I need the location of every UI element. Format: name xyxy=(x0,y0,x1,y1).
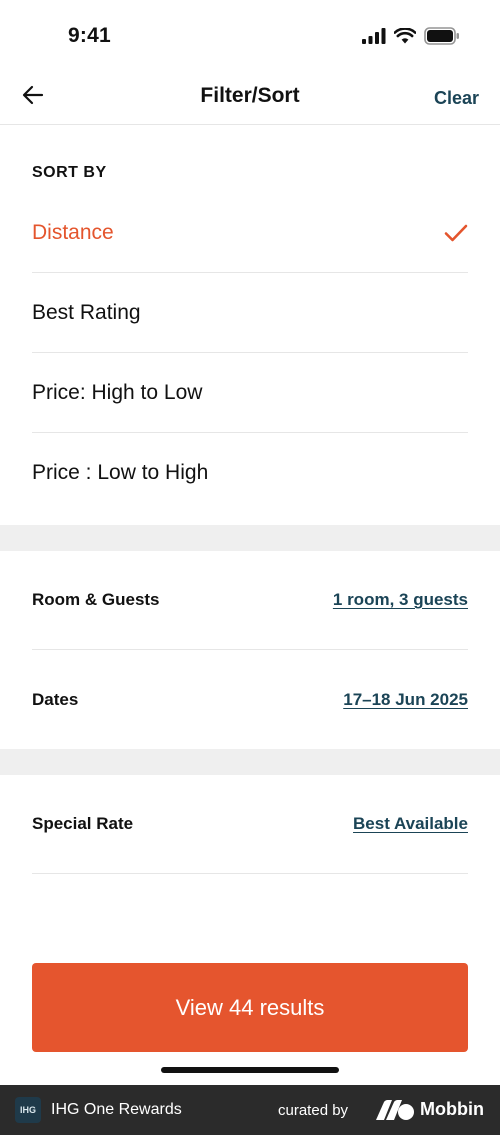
sort-option-label: Best Rating xyxy=(32,300,141,324)
section-divider xyxy=(0,525,500,551)
sort-option-distance[interactable]: Distance xyxy=(32,193,468,273)
mobbin-logo-icon xyxy=(376,1100,414,1120)
dates-row: Dates 17–18 Jun 2025 xyxy=(32,650,468,749)
battery-icon xyxy=(424,27,459,45)
room-guests-row: Room & Guests 1 room, 3 guests xyxy=(32,551,468,650)
clear-button[interactable]: Clear xyxy=(434,88,479,109)
special-rate-row: Special Rate Best Available xyxy=(32,775,468,874)
status-bar: 9:41 xyxy=(0,0,500,72)
curated-by-label: curated by xyxy=(278,1102,349,1119)
sort-option-label: Price: High to Low xyxy=(32,380,203,404)
sort-option-label: Price : Low to High xyxy=(32,461,209,484)
sort-options-list: Distance Best Rating Price: High to Low … xyxy=(32,193,468,513)
checkmark-icon xyxy=(444,221,468,245)
sort-by-header: SORT BY xyxy=(32,164,107,181)
cellular-signal-icon xyxy=(362,28,386,44)
special-rate-label: Special Rate xyxy=(32,814,134,833)
sort-option-label: Distance xyxy=(32,220,114,244)
mobbin-brand: Mobbin xyxy=(420,1099,484,1119)
sort-option-best-rating[interactable]: Best Rating xyxy=(32,273,468,353)
wifi-icon xyxy=(394,28,416,44)
sort-option-price-high-to-low[interactable]: Price: High to Low xyxy=(32,353,468,433)
sort-option-price-low-to-high[interactable]: Price : Low to High xyxy=(32,433,468,513)
home-indicator xyxy=(161,1067,339,1073)
nav-bar: Filter/Sort Clear xyxy=(0,72,500,125)
app-name: IHG One Rewards xyxy=(51,1101,182,1118)
section-divider xyxy=(0,749,500,775)
page-title: Filter/Sort xyxy=(200,84,300,107)
room-guests-link[interactable]: 1 room, 3 guests xyxy=(333,590,468,610)
special-rate-link[interactable]: Best Available xyxy=(353,814,468,834)
room-guests-label: Room & Guests xyxy=(32,590,160,609)
status-time: 9:41 xyxy=(68,24,111,47)
status-icons xyxy=(362,27,460,45)
view-results-button[interactable]: View 44 results xyxy=(32,963,468,1052)
dates-label: Dates xyxy=(32,689,79,709)
footer-bar: IHG IHG One Rewards curated by Mobbin xyxy=(0,1085,500,1135)
app-logo: IHG xyxy=(15,1097,41,1123)
dates-link[interactable]: 17–18 Jun 2025 xyxy=(343,690,468,710)
